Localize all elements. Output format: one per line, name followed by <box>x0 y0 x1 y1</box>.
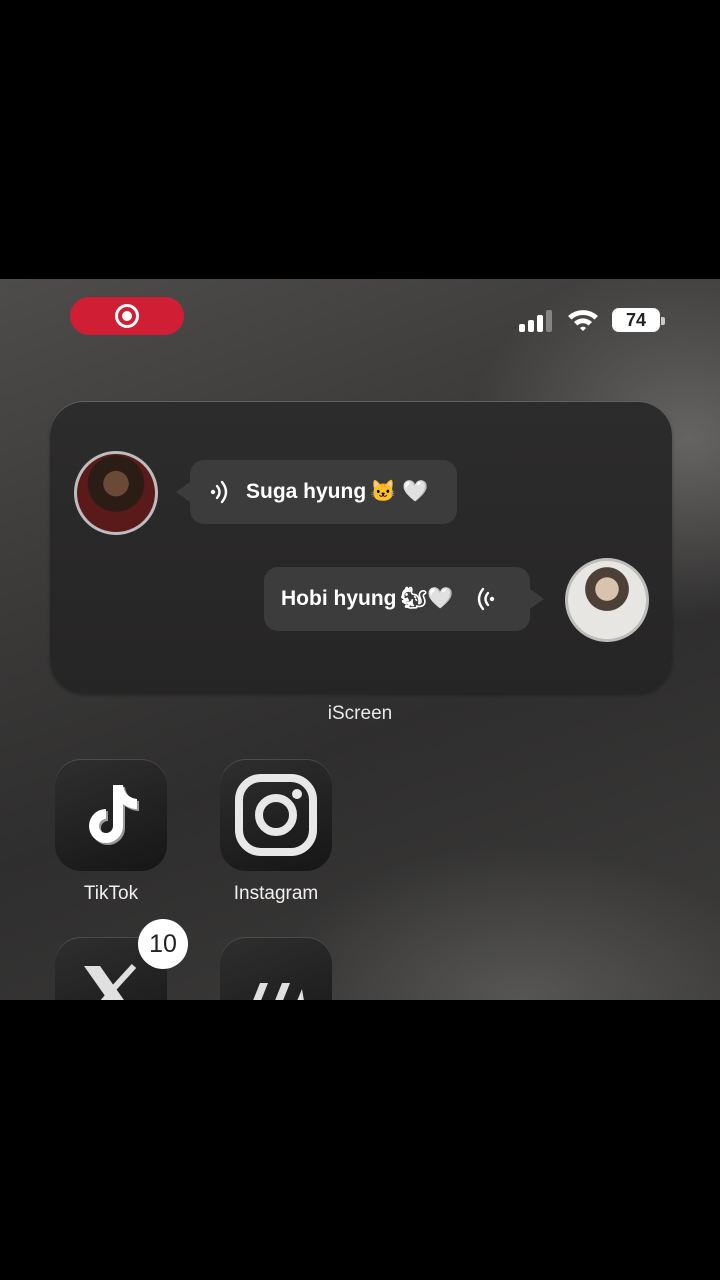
cellular-signal-icon <box>519 310 553 332</box>
iscreen-widget[interactable]: Suga hyung 🐱 🤍 Hobi hyung 🐿🤍 <box>50 401 672 693</box>
wifi-icon <box>568 310 598 331</box>
avatar-suga <box>74 451 158 535</box>
app-instagram[interactable]: Instagram <box>220 759 332 905</box>
message-bubble-hobi[interactable]: Hobi hyung 🐿🤍 <box>264 567 544 631</box>
message-emoji: 🐿🤍 <box>400 587 454 610</box>
avatar-hobi <box>565 558 649 642</box>
battery-level: 74 <box>625 309 647 330</box>
widget-label: iScreen <box>327 703 393 724</box>
voice-message-icon <box>478 587 495 611</box>
voice-message-icon <box>210 480 228 504</box>
screen-recording-indicator[interactable] <box>70 297 184 335</box>
app-logo-icon[interactable] <box>220 937 332 1000</box>
message-text: Suga hyung <box>246 480 367 503</box>
battery-indicator: 74 <box>612 308 665 332</box>
screen-record-icon <box>115 304 139 328</box>
notification-badge: 10 <box>138 919 188 969</box>
app-tiktok[interactable]: TikTok <box>55 759 167 905</box>
message-text: Hobi hyung <box>281 587 397 610</box>
tiktok-icon[interactable] <box>55 759 167 871</box>
instagram-icon[interactable] <box>220 759 332 871</box>
message-emoji: 🐱 🤍 <box>370 480 429 503</box>
app-unknown[interactable] <box>220 937 332 1000</box>
app-label-tiktok: TikTok <box>83 883 139 904</box>
message-bubble-suga[interactable]: Suga hyung 🐱 🤍 <box>176 460 457 524</box>
app-label-instagram: Instagram <box>233 883 319 904</box>
home-screen: 74 Suga hyung 🐱 🤍 Hobi hyung 🐿🤍 iScreen <box>0 279 720 1000</box>
